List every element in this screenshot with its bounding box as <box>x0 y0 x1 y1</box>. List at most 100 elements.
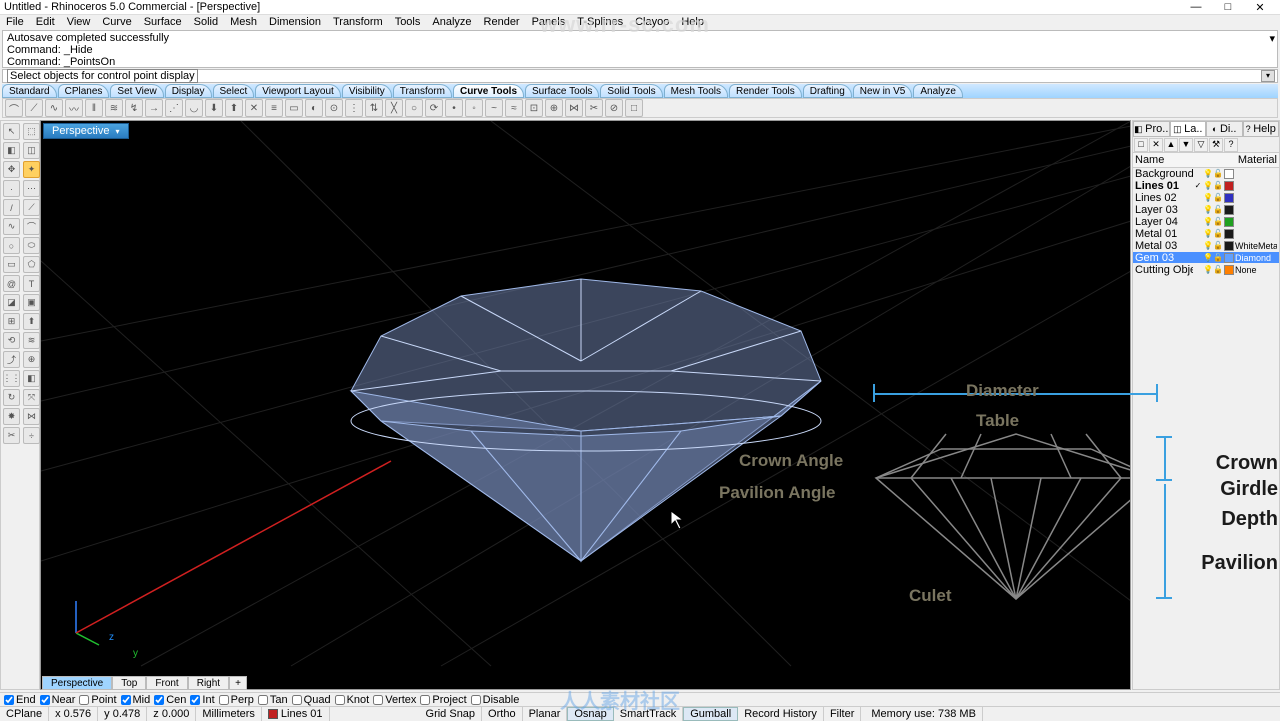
tab-cplanes[interactable]: CPlanes <box>58 84 110 98</box>
tool-fair-icon[interactable]: ≈ <box>505 99 523 117</box>
layer-row[interactable]: Layer 03💡🔓 <box>1133 204 1279 216</box>
tool-split-icon[interactable]: ⊘ <box>605 99 623 117</box>
menu-file[interactable]: File <box>6 16 24 28</box>
status-cplane[interactable]: CPlane <box>0 707 49 721</box>
tool-mirror-icon[interactable]: ◧ <box>23 370 40 387</box>
layer-up-icon[interactable]: ▲ <box>1164 138 1178 152</box>
vtab-perspective[interactable]: Perspective <box>42 676 112 690</box>
vtab-front[interactable]: Front <box>146 676 187 690</box>
tool-pull-icon[interactable]: ⬆ <box>225 99 243 117</box>
tab-meshtools[interactable]: Mesh Tools <box>664 84 728 98</box>
layer-row[interactable]: Lines 02💡🔓 <box>1133 192 1279 204</box>
vtab-top[interactable]: Top <box>112 676 146 690</box>
tool-insert-icon[interactable]: • <box>445 99 463 117</box>
tool-surface-icon[interactable]: ◪ <box>3 294 20 311</box>
status-units[interactable]: Millimeters <box>196 707 262 721</box>
vtab-right[interactable]: Right <box>188 676 229 690</box>
tool-blend-icon[interactable]: 〰 <box>65 99 83 117</box>
tool-explode-icon[interactable]: ✸ <box>3 408 20 425</box>
menu-edit[interactable]: Edit <box>36 16 55 28</box>
layer-row[interactable]: Layer 04💡🔓 <box>1133 216 1279 228</box>
tool-lasso-icon[interactable]: ⬚ <box>23 123 40 140</box>
tool-section-icon[interactable]: ▭ <box>285 99 303 117</box>
layer-new-icon[interactable]: □ <box>1134 138 1148 152</box>
menu-dimension[interactable]: Dimension <box>269 16 321 28</box>
tool-pointer-icon[interactable]: ↖ <box>3 123 20 140</box>
layer-row[interactable]: Metal 03💡🔓WhiteMeta <box>1133 240 1279 252</box>
osnap-project[interactable]: Project <box>420 694 466 706</box>
status-toggle-filter[interactable]: Filter <box>824 707 861 721</box>
tool-extrude-icon[interactable]: ⬆ <box>23 313 40 330</box>
tool-revolve-icon[interactable]: ⟲ <box>3 332 20 349</box>
tool-curve-icon[interactable]: ∿ <box>3 218 20 235</box>
tool-pointson-icon[interactable]: ✦ <box>23 161 40 178</box>
tool-connect-icon[interactable]: ∿ <box>45 99 63 117</box>
tool-boolean-icon[interactable]: ⊕ <box>545 99 563 117</box>
menu-solid[interactable]: Solid <box>194 16 218 28</box>
tool-periodic-icon[interactable]: ○ <box>405 99 423 117</box>
cmd-history-dropdown[interactable]: ▾ <box>1269 33 1275 45</box>
tool-simplify-icon[interactable]: ~ <box>485 99 503 117</box>
osnap-point[interactable]: Point <box>79 694 116 706</box>
osnap-tan[interactable]: Tan <box>258 694 288 706</box>
tool-fit-icon[interactable]: ◡ <box>185 99 203 117</box>
tool-array-icon[interactable]: ⋮ <box>345 99 363 117</box>
tool-cross-icon[interactable]: ╳ <box>385 99 403 117</box>
tab-visibility[interactable]: Visibility <box>342 84 392 98</box>
tool-rect-icon[interactable]: ▭ <box>3 256 20 273</box>
vtab-add[interactable]: + <box>229 676 247 690</box>
layer-row[interactable]: Metal 01💡🔓 <box>1133 228 1279 240</box>
status-layer[interactable]: Lines 01 <box>262 707 330 721</box>
menu-mesh[interactable]: Mesh <box>230 16 257 28</box>
tool-mesh-icon[interactable]: ⊞ <box>3 313 20 330</box>
tool-view-icon[interactable]: ◫ <box>23 142 40 159</box>
osnap-knot[interactable]: Knot <box>335 694 370 706</box>
tab-select[interactable]: Select <box>213 84 255 98</box>
menu-surface[interactable]: Surface <box>144 16 182 28</box>
tool-tween-icon[interactable]: ⇅ <box>365 99 383 117</box>
tool-sweep-icon[interactable]: ⤴ <box>3 351 20 368</box>
menu-tools[interactable]: Tools <box>395 16 421 28</box>
tool-ellipse-icon[interactable]: ⬭ <box>23 237 40 254</box>
layer-help-icon[interactable]: ? <box>1224 138 1238 152</box>
tool-move-icon[interactable]: ✥ <box>3 161 20 178</box>
tab-viewportlayout[interactable]: Viewport Layout <box>255 84 341 98</box>
tab-transform[interactable]: Transform <box>393 84 452 98</box>
tool-polyline-icon[interactable]: ⟋ <box>23 199 40 216</box>
tool-end-icon[interactable]: ⊡ <box>525 99 543 117</box>
tab-rendertools[interactable]: Render Tools <box>729 84 802 98</box>
tool-match-icon[interactable]: ↯ <box>125 99 143 117</box>
status-toggle-recordhistory[interactable]: Record History <box>738 707 824 721</box>
viewport-perspective[interactable]: Perspective ▾ <box>40 120 1131 690</box>
layer-filter-icon[interactable]: ▽ <box>1194 138 1208 152</box>
rtab-display[interactable]: ◐ Di.. <box>1206 121 1243 137</box>
osnap-disable[interactable]: Disable <box>471 694 520 706</box>
rtab-layers[interactable]: ◫ La.. <box>1170 121 1207 137</box>
menu-transform[interactable]: Transform <box>333 16 383 28</box>
tool-rotate-icon[interactable]: ↻ <box>3 389 20 406</box>
tool-offset-srf-icon[interactable]: ≋ <box>105 99 123 117</box>
status-toggle-gumball[interactable]: Gumball <box>683 707 738 721</box>
layer-down-icon[interactable]: ▼ <box>1179 138 1193 152</box>
tab-curvetools[interactable]: Curve Tools <box>453 84 524 98</box>
osnap-cen[interactable]: Cen <box>154 694 186 706</box>
osnap-near[interactable]: Near <box>40 694 76 706</box>
minimize-button[interactable]: — <box>1184 1 1208 14</box>
osnap-perp[interactable]: Perp <box>219 694 254 706</box>
tool-convert-icon[interactable]: ⟳ <box>425 99 443 117</box>
tool-solid-icon[interactable]: ▣ <box>23 294 40 311</box>
osnap-int[interactable]: Int <box>190 694 214 706</box>
tool-points-icon[interactable]: ⋯ <box>23 180 40 197</box>
tool-remove-icon[interactable]: ◦ <box>465 99 483 117</box>
tool-point-icon[interactable]: · <box>3 180 20 197</box>
osnap-mid[interactable]: Mid <box>121 694 151 706</box>
tool-scale-icon[interactable]: ⤧ <box>23 389 40 406</box>
tool-extend-icon[interactable]: → <box>145 99 163 117</box>
layer-row[interactable]: Background💡🔓 <box>1133 168 1279 180</box>
menu-curve[interactable]: Curve <box>102 16 131 28</box>
layer-row[interactable]: Gem 03💡🔓Diamond <box>1133 252 1279 264</box>
layer-row[interactable]: Cutting Obje..💡🔓None <box>1133 264 1279 276</box>
tool-split2-icon[interactable]: ÷ <box>23 427 40 444</box>
tool-join2-icon[interactable]: ⋈ <box>23 408 40 425</box>
tool-array2-icon[interactable]: ⋮⋮ <box>3 370 20 387</box>
